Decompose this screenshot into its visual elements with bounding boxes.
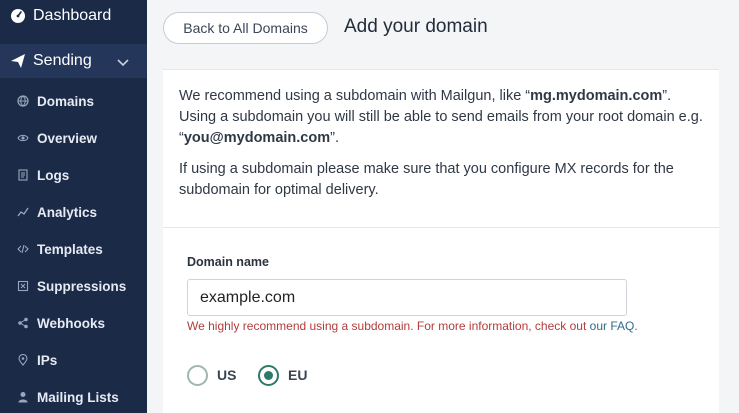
chevron-down-icon[interactable] (117, 55, 129, 67)
sidebar-item-domains[interactable]: Domains (0, 86, 147, 116)
info-paragraph: We recommend using a subdomain with Mail… (179, 86, 709, 149)
globe-icon (17, 95, 29, 107)
sidebar-item-ips[interactable]: IPs (0, 345, 147, 375)
radio-label: US (217, 367, 237, 383)
eye-icon (17, 132, 29, 144)
back-to-all-domains-button[interactable]: Back to All Domains (163, 12, 328, 44)
sidebar-item-mailing-lists[interactable]: Mailing Lists (0, 382, 147, 412)
subdomain-recommendation: We recommend using a subdomain with Mail… (179, 86, 709, 211)
paper-plane-icon (10, 53, 26, 69)
page-title: Add your domain (344, 16, 488, 37)
sidebar-item-label: Logs (37, 167, 70, 183)
sidebar-item-analytics[interactable]: Analytics (0, 197, 147, 227)
sidebar-item-label: Sending (33, 52, 92, 69)
domain-name-label: Domain name (187, 255, 269, 269)
block-box-icon (17, 280, 29, 292)
info-text: ”. (330, 130, 339, 146)
mx-records-note: If using a subdomain please make sure th… (179, 161, 674, 198)
sidebar-item-label: Domains (37, 93, 95, 109)
help-text: We highly recommend using a subdomain. F… (187, 319, 590, 333)
sidebar-item-overview[interactable]: Overview (0, 123, 147, 153)
region-eu-radio[interactable]: EU (258, 364, 307, 386)
radio-circle[interactable] (258, 364, 279, 386)
example-email: you@mydomain.com (183, 130, 331, 146)
location-pin-icon (17, 354, 29, 366)
example-subdomain: mg.mydomain.com (530, 88, 663, 104)
sidebar-item-suppressions[interactable]: Suppressions (0, 271, 147, 301)
chart-line-icon (17, 206, 29, 218)
sidebar-item-label: Analytics (37, 204, 98, 220)
sidebar-item-sending[interactable]: Sending (0, 44, 147, 78)
region-us-radio[interactable]: US (187, 364, 236, 386)
radio-label: EU (288, 367, 308, 383)
code-icon (17, 243, 29, 255)
sidebar: Dashboard Sending Domains Overview Logs … (0, 0, 147, 413)
sidebar-item-label: Suppressions (37, 278, 127, 294)
document-icon (17, 169, 29, 181)
help-text: . (634, 319, 638, 333)
divider (163, 227, 719, 228)
sidebar-item-label: Templates (37, 241, 103, 257)
faq-link[interactable]: our FAQ (590, 319, 635, 333)
sidebar-item-label: Mailing Lists (37, 389, 119, 405)
domain-name-input[interactable] (187, 279, 627, 316)
sidebar-item-webhooks[interactable]: Webhooks (0, 308, 147, 338)
user-icon (17, 391, 29, 403)
domain-help-text: We highly recommend using a subdomain. F… (187, 319, 638, 333)
info-text: We recommend using a subdomain with Mail… (179, 88, 531, 104)
radio-circle[interactable] (187, 364, 208, 386)
sidebar-item-templates[interactable]: Templates (0, 234, 147, 264)
add-domain-card: We recommend using a subdomain with Mail… (163, 69, 719, 413)
dashboard-gauge-icon (10, 8, 26, 24)
share-nodes-icon (17, 317, 29, 329)
sidebar-item-logs[interactable]: Logs (0, 160, 147, 190)
sidebar-item-dashboard[interactable]: Dashboard (0, 0, 147, 32)
sidebar-item-label: IPs (37, 352, 58, 368)
sidebar-item-label: Overview (37, 130, 98, 146)
sidebar-item-label: Dashboard (33, 7, 112, 24)
sidebar-item-label: Webhooks (37, 315, 106, 331)
